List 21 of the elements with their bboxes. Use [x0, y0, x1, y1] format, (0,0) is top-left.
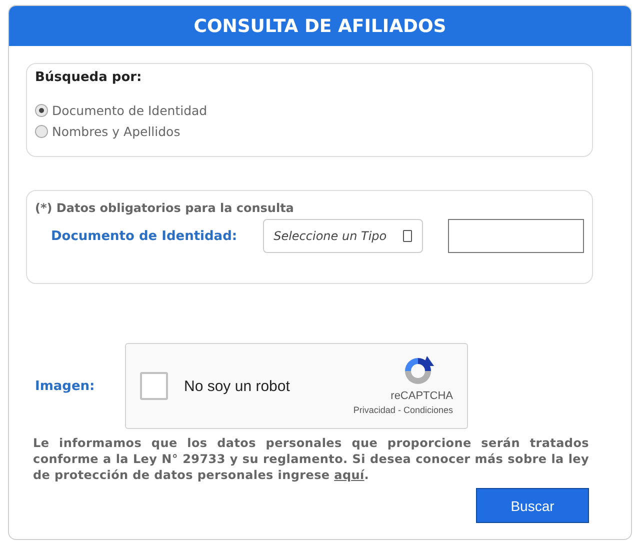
terms-link[interactable]: Condiciones [403, 405, 453, 415]
required-note: (*) Datos obligatorios para la consulta [35, 201, 294, 215]
captcha-label: No soy un robot [184, 378, 290, 394]
captcha-checkbox[interactable] [140, 372, 168, 400]
privacy-notice: Le informamos que los datos personales que proporcione serán tratados conforme a la Ley N° 29733 y su reglamento. Si desea conocer más sobre la ley de protección de datos personales ingrese aquí. [33, 435, 589, 483]
radio-label[interactable]: Documento de Identidad [52, 103, 208, 118]
privacy-link[interactable]: Privacidad [353, 405, 396, 415]
field-label: Documento de Identidad: [50, 228, 238, 244]
page-title: CONSULTA DE AFILIADOS [194, 16, 446, 36]
radio-label[interactable]: Nombres y Apellidos [52, 124, 180, 139]
radio-button[interactable] [35, 125, 48, 138]
search-button[interactable]: Buscar [476, 488, 589, 523]
type-select[interactable]: Seleccione un Tipo [262, 219, 423, 253]
document-input[interactable] [448, 219, 584, 253]
dropdown-icon [403, 230, 412, 242]
recaptcha-brand: reCAPTCHA [390, 390, 453, 402]
search-by-label: Búsqueda por: [35, 70, 143, 85]
notice-link[interactable]: aquí [334, 468, 364, 482]
link-separator: - [398, 405, 401, 415]
image-label: Imagen: [34, 378, 96, 394]
radio-button[interactable] [35, 104, 48, 117]
